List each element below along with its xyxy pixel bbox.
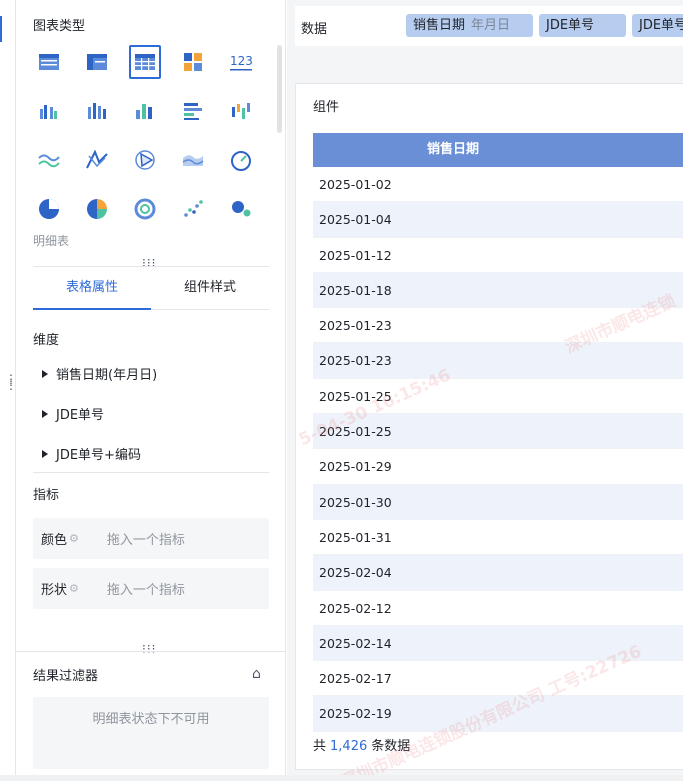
column-header[interactable]: 销售日期 bbox=[313, 133, 683, 167]
table-row[interactable]: 2025-01-23 bbox=[313, 308, 683, 344]
table-row[interactable]: 2025-01-04 bbox=[313, 202, 683, 238]
metric-color-drop-zone[interactable]: 颜色 ⚙ 拖入一个指标 bbox=[33, 518, 269, 559]
column-icon[interactable] bbox=[129, 94, 161, 128]
scatter-icon[interactable] bbox=[177, 192, 209, 226]
dimension-title: 维度 bbox=[33, 333, 60, 348]
chart-grid-scrollbar[interactable] bbox=[277, 45, 282, 133]
svg-text:123: 123 bbox=[230, 54, 253, 68]
expand-caret-icon bbox=[42, 409, 48, 418]
radar-icon[interactable] bbox=[129, 143, 161, 177]
dimension-item[interactable]: JDE单号+编码 bbox=[42, 444, 141, 463]
data-bar-label: 数据 bbox=[301, 22, 328, 37]
kpi-grid-icon[interactable] bbox=[177, 45, 209, 79]
config-panel: 图表类型 123 明细表 ⁝⁝⁝ 表格属性 组件样式 维度 销售日期(年月日) … bbox=[16, 0, 286, 781]
grouped-bar-icon[interactable] bbox=[33, 94, 65, 128]
result-filter-title: 结果过滤器 bbox=[33, 669, 99, 684]
tab-table-properties[interactable]: 表格属性 bbox=[33, 267, 151, 310]
component-title: 组件 bbox=[313, 100, 340, 115]
side-rail-indicator bbox=[0, 16, 2, 42]
expand-caret-icon bbox=[42, 449, 48, 458]
bubble-icon[interactable] bbox=[225, 192, 257, 226]
side-rail: ⋮ ⋮ bbox=[0, 0, 17, 781]
component-card: 组件 销售日期 2025-01-02 2025-01-04 2025-01-12 20… bbox=[295, 83, 683, 770]
table-row[interactable]: 2025-02-14 bbox=[313, 625, 683, 662]
dimension-item[interactable]: 销售日期(年月日) bbox=[42, 364, 157, 383]
record-count: 共 1,426 条数据 bbox=[313, 739, 411, 754]
divider bbox=[16, 651, 286, 652]
ring-icon[interactable] bbox=[129, 192, 161, 226]
filter-settings-icon[interactable]: ⌂ bbox=[252, 666, 261, 682]
table-icon[interactable] bbox=[33, 45, 65, 79]
result-filter-drop-zone: 明细表状态下不可用 bbox=[33, 697, 269, 769]
chart-type-grid: 123 bbox=[33, 45, 273, 241]
field-pill-jde-no-2[interactable]: JDE单号 bbox=[632, 14, 683, 37]
chart-type-title: 图表类型 bbox=[33, 19, 86, 34]
stacked-bar-icon[interactable] bbox=[81, 94, 113, 128]
flow-line-icon[interactable] bbox=[81, 143, 113, 177]
selected-chart-type-label: 明细表 bbox=[33, 234, 70, 248]
metric-shape-drop-zone[interactable]: 形状 ⚙ 拖入一个指标 bbox=[33, 568, 269, 609]
divider bbox=[33, 472, 269, 473]
field-pill-jde-no[interactable]: JDE单号 bbox=[539, 14, 626, 37]
section-resize-handle[interactable]: ⁝⁝⁝ bbox=[142, 642, 156, 656]
table-row[interactable]: 2025-02-12 bbox=[313, 591, 683, 626]
field-pill-sales-date[interactable]: 销售日期 年月日 bbox=[406, 14, 533, 37]
table-row[interactable]: 2025-01-30 bbox=[313, 484, 683, 520]
table-row[interactable]: 2025-02-04 bbox=[313, 555, 683, 591]
gear-icon[interactable]: ⚙ bbox=[69, 582, 79, 595]
expand-caret-icon bbox=[42, 369, 48, 378]
property-tabs: 表格属性 组件样式 bbox=[33, 266, 269, 310]
gauge-icon[interactable] bbox=[225, 143, 257, 177]
detail-table-icon[interactable] bbox=[129, 45, 161, 79]
table-row[interactable]: 2025-01-12 bbox=[313, 238, 683, 273]
main-canvas: 数据 销售日期 年月日 JDE单号 JDE单号 组件 销售日期 2025-01-0… bbox=[287, 0, 683, 781]
donut-pie-icon[interactable] bbox=[81, 192, 113, 226]
table-row[interactable]: 2025-01-02 bbox=[313, 167, 683, 203]
dimension-item[interactable]: JDE单号 bbox=[42, 404, 104, 423]
area-icon[interactable] bbox=[177, 143, 209, 177]
table-row[interactable]: 2025-01-25 bbox=[313, 379, 683, 415]
cross-table-icon[interactable] bbox=[81, 45, 113, 79]
tab-component-style[interactable]: 组件样式 bbox=[151, 267, 269, 309]
pie-icon[interactable] bbox=[33, 192, 65, 226]
table-row[interactable]: 2025-02-19 bbox=[313, 696, 683, 732]
range-bar-icon[interactable] bbox=[225, 94, 257, 128]
table-row[interactable]: 2025-01-29 bbox=[313, 449, 683, 485]
detail-table: 销售日期 2025-01-02 2025-01-04 2025-01-12 2025-… bbox=[313, 133, 683, 732]
data-field-bar: 数据 销售日期 年月日 JDE单号 JDE单号 bbox=[295, 6, 683, 46]
table-row[interactable]: 2025-01-18 bbox=[313, 272, 683, 309]
line-icon[interactable] bbox=[33, 143, 65, 177]
table-row[interactable]: 2025-02-17 bbox=[313, 661, 683, 697]
table-row[interactable]: 2025-01-23 bbox=[313, 343, 683, 379]
panel-resize-handle[interactable]: ⋮ ⋮ bbox=[5, 373, 17, 391]
table-row[interactable]: 2025-01-31 bbox=[313, 520, 683, 556]
number-icon[interactable]: 123 bbox=[225, 45, 257, 79]
gear-icon[interactable]: ⚙ bbox=[69, 532, 79, 545]
table-row[interactable]: 2025-01-25 bbox=[313, 414, 683, 450]
bottom-edge bbox=[0, 775, 683, 781]
metric-title: 指标 bbox=[33, 488, 60, 503]
horizontal-bar-icon[interactable] bbox=[177, 94, 209, 128]
